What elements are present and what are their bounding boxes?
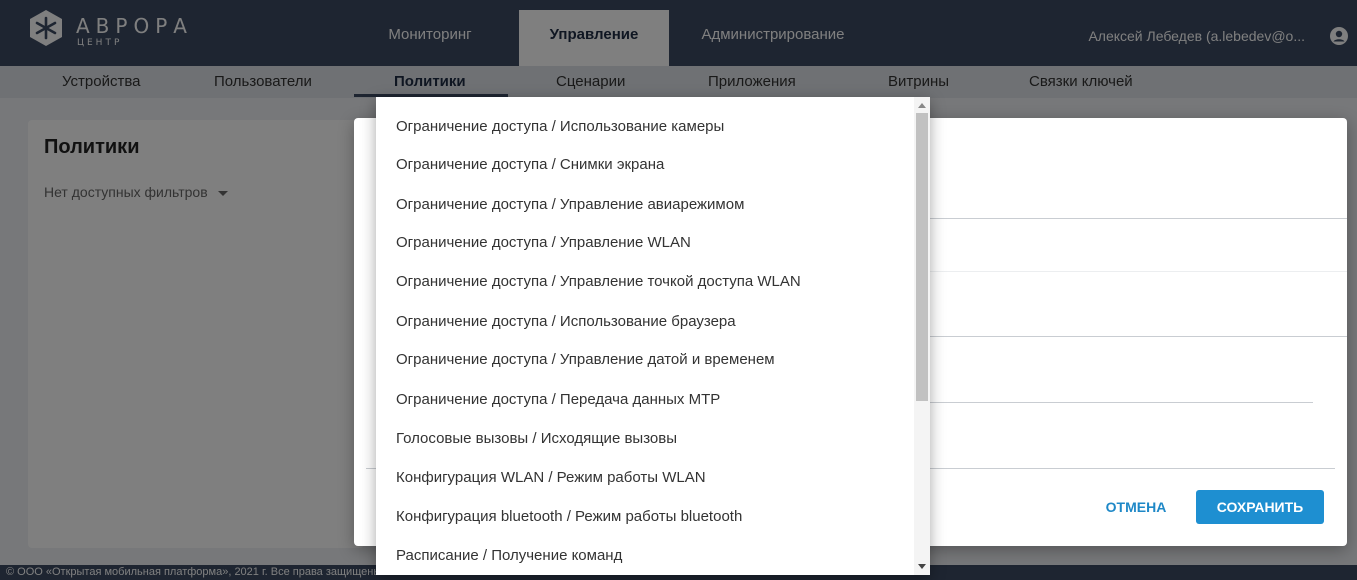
dropdown-option[interactable]: Ограничение доступа / Снимки экрана <box>396 150 664 180</box>
dropdown-option[interactable]: Ограничение доступа / Передача данных MT… <box>396 385 720 415</box>
dropdown-option[interactable]: Конфигурация bluetooth / Режим работы bl… <box>396 502 742 532</box>
dropdown-scrollbar[interactable] <box>914 97 930 575</box>
field-underline <box>930 336 1347 337</box>
dropdown-option[interactable]: Ограничение доступа / Управление точкой … <box>396 267 801 297</box>
field-underline <box>930 402 1313 403</box>
dropdown-option[interactable]: Голосовые вызовы / Исходящие вызовы <box>396 424 677 454</box>
dropdown-option[interactable]: Ограничение доступа / Использование брау… <box>396 307 736 337</box>
dropdown-option[interactable]: Ограничение доступа / Использование каме… <box>396 112 724 142</box>
dropdown-option[interactable]: Конфигурация WLAN / Режим работы WLAN <box>396 463 706 493</box>
cancel-button[interactable]: ОТМЕНА <box>1088 490 1184 524</box>
field-underline <box>930 218 1347 219</box>
save-button[interactable]: СОХРАНИТЬ <box>1196 490 1324 524</box>
dropdown-option[interactable]: Расписание / Получение команд <box>396 541 622 571</box>
policy-type-dropdown[interactable]: Ограничение доступа / Использование каме… <box>376 97 930 575</box>
dropdown-option[interactable]: Ограничение доступа / Управление авиареж… <box>396 190 744 220</box>
scroll-up-arrow-icon[interactable] <box>918 103 926 108</box>
field-divider <box>930 271 1347 272</box>
scrollbar-thumb[interactable] <box>916 113 928 401</box>
dropdown-option[interactable]: Ограничение доступа / Управление датой и… <box>396 345 775 375</box>
dropdown-option[interactable]: Ограничение доступа / Управление WLAN <box>396 228 691 258</box>
scroll-down-arrow-icon[interactable] <box>918 564 926 569</box>
